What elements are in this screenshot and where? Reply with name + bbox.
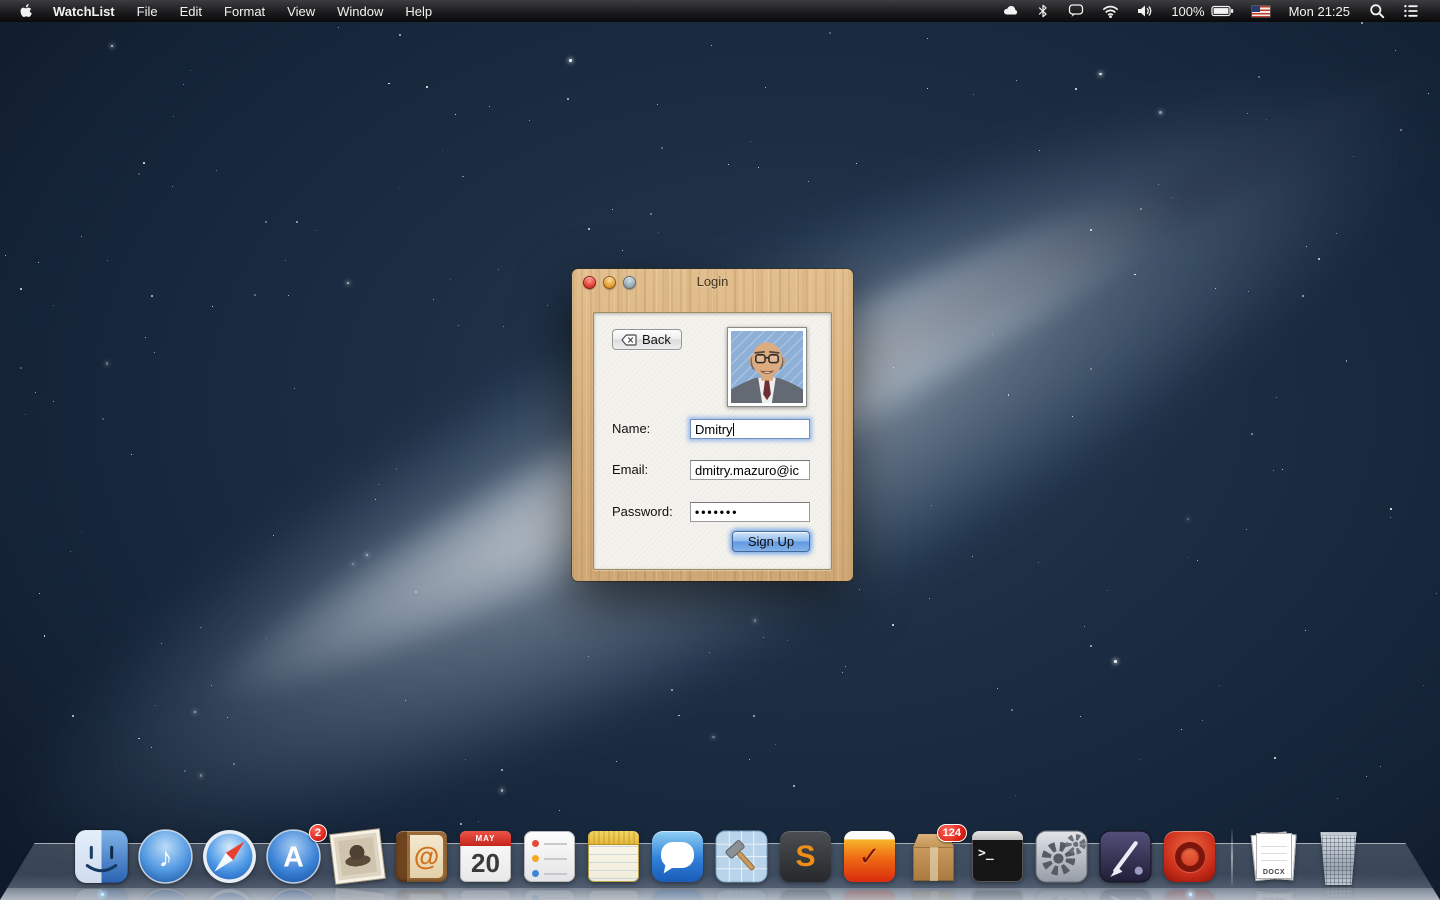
login-panel: Back Name: Dmitry Email: dmitry.mazuro@i… — [593, 312, 832, 570]
menu-format[interactable]: Format — [213, 0, 276, 22]
us-flag-icon — [1251, 5, 1270, 17]
svg-text:A: A — [283, 842, 304, 874]
text-caret — [732, 423, 734, 436]
bluetooth-icon — [1039, 4, 1047, 18]
menu-help[interactable]: Help — [394, 0, 443, 22]
dock-reminders-icon[interactable] — [521, 828, 578, 885]
name-label: Name: — [612, 421, 651, 436]
calendar-month: MAY — [460, 831, 511, 846]
chat-bubble-icon — [1069, 4, 1084, 17]
window-title: Login — [696, 274, 729, 289]
notification-center-icon — [1404, 5, 1418, 17]
back-delete-icon — [621, 333, 637, 346]
email-row: Email: dmitry.mazuro@ic — [594, 460, 831, 481]
notification-center-menu[interactable] — [1394, 0, 1428, 22]
menu-clock[interactable]: Mon 21:25 — [1279, 0, 1360, 22]
input-source-menu[interactable] — [1243, 0, 1279, 22]
menu-app-name[interactable]: WatchList — [42, 0, 126, 22]
battery-menu[interactable]: 100% — [1162, 0, 1242, 22]
package-badge: 124 — [936, 824, 967, 842]
dock-watchlist-icon[interactable] — [1161, 828, 1218, 897]
sign-up-label: Sign Up — [747, 534, 795, 549]
password-label: Password: — [612, 504, 673, 519]
dock-system-preferences-icon[interactable] — [1033, 828, 1090, 885]
password-input[interactable]: ••••••• — [690, 502, 810, 522]
volume-menu[interactable] — [1128, 0, 1162, 22]
sign-up-button[interactable]: Sign Up — [732, 531, 810, 552]
login-window: Login Back Name: Dmitry Email: dmitry.ma… — [572, 269, 853, 581]
svg-text:♪: ♪ — [159, 842, 173, 873]
dock-separator — [1231, 829, 1233, 885]
dock-terminal-icon[interactable]: >_ — [969, 828, 1026, 885]
docs-stack-label: DOCX — [1262, 869, 1286, 876]
spotlight-menu[interactable] — [1360, 0, 1394, 22]
dock-sublime-icon[interactable]: S — [777, 828, 834, 885]
email-input[interactable]: dmitry.mazuro@ic — [690, 460, 810, 480]
avatar-portrait-image — [731, 331, 803, 403]
dock-calendar-icon[interactable]: MAY 20 — [457, 828, 514, 885]
battery-icon — [1210, 5, 1233, 17]
calendar-day: 20 — [471, 848, 500, 878]
menu-view[interactable]: View — [276, 0, 326, 22]
menu-edit[interactable]: Edit — [169, 0, 213, 22]
dock-appstore-icon[interactable]: A 2 — [265, 824, 327, 885]
email-label: Email: — [612, 462, 649, 477]
dock-finder-icon[interactable] — [73, 828, 130, 897]
dock: ♪ A 2 @ MAY 20 S ✓ 124 >_ DOCX — [0, 824, 1440, 900]
menu-bar: WatchList File Edit Format View Window H… — [0, 0, 1440, 22]
dock-trash-icon[interactable] — [1310, 828, 1367, 885]
dock-pen-app-icon[interactable] — [1097, 828, 1154, 885]
messages-status-menu[interactable] — [1059, 0, 1093, 22]
battery-percent: 100% — [1171, 3, 1205, 19]
dock-contacts-icon[interactable]: @ — [393, 828, 450, 885]
dock-package-icon[interactable]: 124 — [905, 824, 967, 885]
user-avatar — [727, 327, 807, 407]
wifi-menu[interactable] — [1093, 0, 1128, 22]
password-row: Password: ••••••• — [594, 502, 831, 523]
cloud-status-menu[interactable] — [993, 0, 1027, 22]
dock-documents-stack-icon[interactable]: DOCX — [1246, 828, 1303, 885]
name-input[interactable]: Dmitry — [690, 419, 810, 439]
spotlight-search-icon — [1370, 4, 1385, 19]
apple-logo-icon — [20, 4, 32, 18]
menu-file[interactable]: File — [126, 0, 169, 22]
apple-menu[interactable] — [12, 3, 42, 19]
dock-safari-icon[interactable] — [201, 828, 258, 885]
window-titlebar[interactable]: Login — [572, 269, 853, 293]
dock-itunes-icon[interactable]: ♪ — [137, 828, 194, 885]
cloud-icon — [1004, 5, 1018, 15]
appstore-badge: 2 — [308, 824, 327, 842]
dock-messages-icon[interactable] — [649, 828, 706, 885]
dock-clear-icon[interactable]: ✓ — [841, 828, 898, 885]
wifi-icon — [1103, 5, 1119, 18]
back-button[interactable]: Back — [612, 329, 682, 350]
name-row: Name: Dmitry — [594, 419, 831, 440]
back-button-label: Back — [642, 332, 671, 347]
dock-mail-icon[interactable] — [329, 828, 386, 885]
dock-notes-icon[interactable] — [585, 828, 642, 885]
menu-window[interactable]: Window — [326, 0, 394, 22]
dock-xcode-icon[interactable] — [713, 828, 770, 885]
bluetooth-menu[interactable] — [1027, 0, 1059, 22]
speaker-icon — [1138, 5, 1152, 17]
